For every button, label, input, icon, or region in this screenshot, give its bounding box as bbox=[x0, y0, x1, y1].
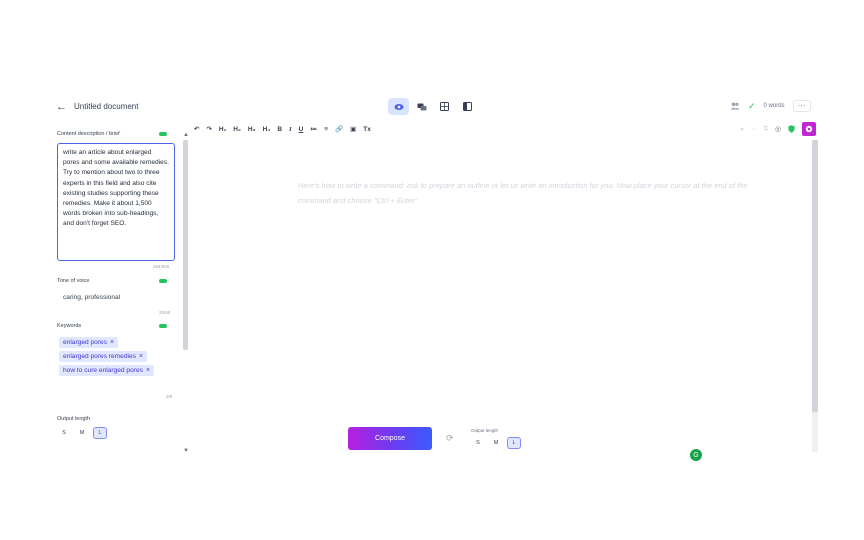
view-mode-group bbox=[388, 98, 478, 116]
remove-tag-icon[interactable]: × bbox=[146, 367, 150, 374]
undo-icon[interactable]: ↶ bbox=[194, 125, 199, 133]
panel-scroll-thumb[interactable] bbox=[183, 140, 188, 350]
regenerate-icon[interactable]: ⟳ bbox=[446, 433, 454, 444]
view-mode-chat[interactable] bbox=[411, 98, 432, 115]
document-title[interactable]: Untitled document bbox=[74, 102, 138, 111]
editor-scroll-thumb[interactable] bbox=[812, 140, 818, 412]
tone-label: Tone of voice bbox=[57, 278, 90, 284]
top-bar: ← Untitled document ✓ 0 words ··· bbox=[50, 98, 820, 118]
grammar-assistant-icon[interactable]: G bbox=[690, 449, 702, 461]
copy-icon[interactable]: ⧉ bbox=[764, 126, 768, 133]
keyword-tag[interactable]: enlarged pores × bbox=[59, 337, 119, 348]
italic-button[interactable]: I bbox=[289, 126, 292, 133]
keywords-label: Keywords bbox=[57, 323, 82, 329]
image-icon[interactable]: ▣ bbox=[350, 125, 356, 133]
output-length-selector: S M L bbox=[57, 427, 107, 439]
bold-button[interactable]: B bbox=[277, 126, 282, 133]
heading-3-button[interactable]: H₃ bbox=[248, 126, 256, 133]
back-arrow-icon[interactable]: ← bbox=[56, 101, 67, 113]
panel-scroll-down-icon[interactable]: ▼ bbox=[183, 448, 189, 454]
output-length-label: Output length bbox=[57, 416, 91, 422]
keywords-count: 3/5 bbox=[166, 394, 173, 399]
underline-button[interactable]: U bbox=[299, 126, 304, 133]
editor-toolbar: ↶ ↷ H₁ H₂ H₃ H₄ B I U ≔ ≡ 🔗 ▣ Tx ➤ ✓ ⧉ ◎ bbox=[194, 122, 820, 136]
editor-output-length-label: Output length bbox=[471, 428, 499, 433]
view-mode-preview[interactable] bbox=[388, 98, 409, 115]
brief-textarea[interactable]: write an article about enlarged pores an… bbox=[57, 143, 175, 261]
users-icon[interactable] bbox=[730, 102, 740, 110]
chat-icon bbox=[417, 103, 426, 110]
editor-output-length-selector: S M L bbox=[471, 437, 521, 449]
editor-canvas[interactable]: Here's how to write a command: ask to pr… bbox=[194, 140, 812, 454]
heading-1-button[interactable]: H₁ bbox=[219, 126, 226, 133]
shield-icon[interactable] bbox=[788, 125, 795, 133]
eye-icon bbox=[394, 103, 403, 110]
panel-scrollbar[interactable] bbox=[183, 140, 188, 452]
size-l-button[interactable]: L bbox=[507, 437, 521, 449]
remove-tag-icon[interactable]: × bbox=[110, 339, 114, 346]
size-m-button[interactable]: M bbox=[75, 427, 89, 439]
compose-button[interactable]: Compose bbox=[348, 427, 432, 450]
keyword-tag[interactable]: how to cure enlarged pores × bbox=[59, 365, 155, 376]
heading-2-button[interactable]: H₂ bbox=[233, 126, 241, 133]
check-icon: ✓ bbox=[748, 100, 756, 111]
heading-4-button[interactable]: H₄ bbox=[263, 126, 271, 133]
header-right-tools: ✓ 0 words ··· bbox=[730, 100, 811, 112]
brief-toggle[interactable] bbox=[159, 132, 167, 136]
ai-sparkle-icon bbox=[805, 125, 813, 133]
editor-scrollbar[interactable] bbox=[812, 140, 818, 452]
keyword-tags: enlarged pores × enlarged pores remedies ×… bbox=[59, 337, 155, 376]
tone-toggle[interactable] bbox=[159, 279, 167, 283]
brief-char-count: 264/600 bbox=[153, 264, 170, 269]
keywords-toggle[interactable] bbox=[159, 324, 167, 328]
check-icon[interactable]: ✓ bbox=[752, 126, 757, 133]
clear-format-icon[interactable]: Tx bbox=[363, 126, 371, 133]
keyword-tag[interactable]: enlarged pores remedies × bbox=[59, 351, 148, 362]
size-m-button[interactable]: M bbox=[489, 437, 503, 449]
link-icon[interactable]: 🔗 bbox=[335, 125, 343, 133]
editor-placeholder: Here's how to write a command: ask to pr… bbox=[298, 181, 748, 205]
split-panel-icon bbox=[463, 102, 472, 111]
more-options-button[interactable]: ··· bbox=[792, 100, 811, 112]
remove-tag-icon[interactable]: × bbox=[139, 353, 143, 360]
ordered-list-icon[interactable]: ≔ bbox=[310, 125, 317, 133]
brief-label: Content description / brief bbox=[57, 131, 120, 137]
panel-scroll-up-icon[interactable]: ▲ bbox=[183, 132, 189, 138]
redo-icon[interactable]: ↷ bbox=[206, 125, 211, 133]
tone-input[interactable]: caring, professional bbox=[63, 294, 120, 301]
ai-assistant-button[interactable] bbox=[802, 122, 816, 136]
bullet-list-icon[interactable]: ≡ bbox=[324, 126, 328, 133]
size-s-button[interactable]: S bbox=[57, 427, 71, 439]
content-settings-panel: Content description / brief write an art… bbox=[55, 128, 190, 454]
size-l-button[interactable]: L bbox=[93, 427, 107, 439]
target-icon[interactable]: ◎ bbox=[775, 125, 781, 133]
tone-char-count: 20/40 bbox=[159, 310, 171, 315]
view-mode-split[interactable] bbox=[457, 98, 478, 115]
view-mode-calculator[interactable] bbox=[434, 98, 455, 115]
send-icon[interactable]: ➤ bbox=[740, 126, 745, 133]
size-s-button[interactable]: S bbox=[471, 437, 485, 449]
toolbar-right-group: ➤ ✓ ⧉ ◎ bbox=[740, 122, 816, 136]
word-count: 0 words bbox=[763, 103, 785, 109]
calculator-icon bbox=[440, 102, 449, 111]
